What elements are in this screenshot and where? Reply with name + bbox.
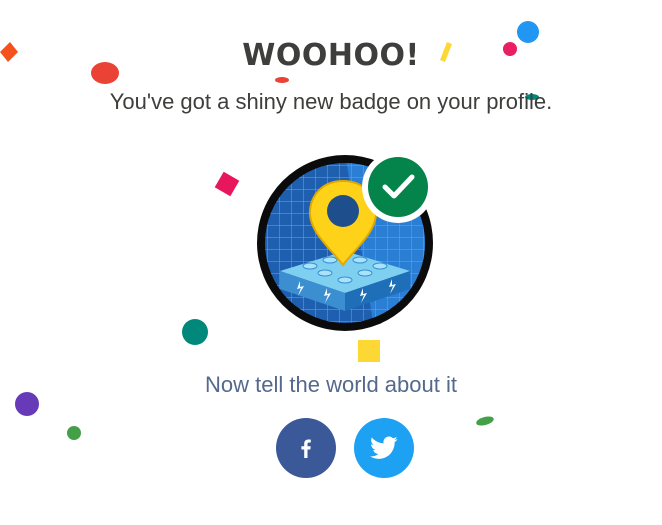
confetti-piece [275,77,289,83]
checkmark-icon [362,151,434,223]
badge-message: You've got a shiny new badge on your pro… [109,89,553,114]
twitter-share-button[interactable] [354,418,414,478]
twitter-icon [370,436,398,459]
confetti-piece [67,426,81,440]
confetti-piece [182,319,208,345]
facebook-icon [301,439,311,458]
share-prompt: Now tell the world about it [205,372,457,397]
page-title: WOOHOO! [242,38,420,73]
confetti-piece [214,171,240,197]
confetti-piece [476,416,494,426]
confetti-piece [358,340,380,362]
facebook-share-button[interactable] [276,418,336,478]
